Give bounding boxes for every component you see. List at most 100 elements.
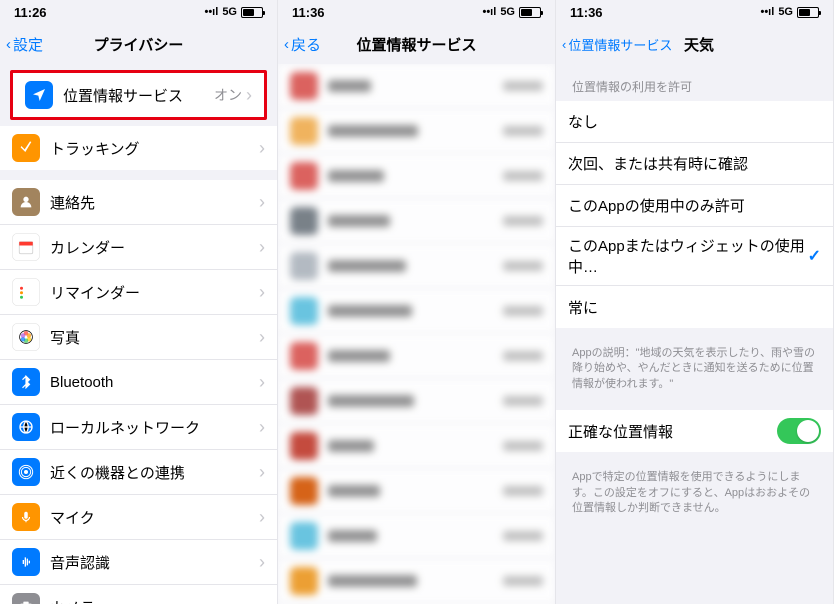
row-label: リマインダー <box>50 282 259 303</box>
chevron-right-icon: › <box>259 237 265 258</box>
row-permission[interactable]: 写真› <box>0 315 277 360</box>
option-row[interactable]: 常に <box>556 286 833 328</box>
nav-bar: ‹ 戻る 位置情報サービス <box>278 24 555 64</box>
row-label: カメラ <box>50 597 259 604</box>
blurred-app-list <box>278 64 555 604</box>
checkmark-icon: ✓ <box>808 246 821 266</box>
chevron-right-icon: › <box>259 327 265 348</box>
chevron-right-icon: › <box>259 507 265 528</box>
status-right: ••ıl 5G <box>760 6 819 18</box>
blurred-row <box>278 559 555 604</box>
nav-bar: ‹ 設定 プライバシー <box>0 24 277 64</box>
battery-icon <box>797 7 819 18</box>
footer-precise-description: Appで特定の位置情報を使用できるようにします。この設定をオフにすると、Appは… <box>556 462 833 524</box>
signal-bars-icon: ••ıl <box>760 6 774 18</box>
row-permission[interactable]: 音声認識› <box>0 540 277 585</box>
back-button[interactable]: ‹ 設定 <box>6 34 43 55</box>
row-permission[interactable]: ローカルネットワーク› <box>0 405 277 450</box>
back-button[interactable]: ‹ 位置情報サービス <box>562 35 672 54</box>
row-permission[interactable]: マイク› <box>0 495 277 540</box>
option-row[interactable]: このAppまたはウィジェットの使用中…✓ <box>556 227 833 286</box>
chevron-right-icon: › <box>259 417 265 438</box>
option-label: 次回、または共有時に確認 <box>568 153 821 174</box>
group-permissions: 連絡先›カレンダー›リマインダー›写真›Bluetooth›ローカルネットワーク… <box>0 180 277 604</box>
phone-privacy: 11:26 ••ıl 5G ‹ 設定 プライバシー 位置情報サービス オン › <box>0 0 278 604</box>
status-bar: 11:26 ••ıl 5G <box>0 0 277 24</box>
row-tracking[interactable]: トラッキング › <box>0 126 277 170</box>
row-permission[interactable]: 近くの機器との連携› <box>0 450 277 495</box>
battery-icon <box>519 7 541 18</box>
row-label: Bluetooth <box>50 374 259 391</box>
blurred-row <box>278 424 555 469</box>
chevron-right-icon: › <box>246 85 252 106</box>
row-label: 連絡先 <box>50 192 259 213</box>
content-scroll[interactable]: 位置情報の利用を許可 なし次回、または共有時に確認このAppの使用中のみ許可この… <box>556 64 833 604</box>
row-permission[interactable]: Bluetooth› <box>0 360 277 405</box>
nav-bar: ‹ 位置情報サービス 天気 <box>556 24 833 64</box>
option-row[interactable]: なし <box>556 101 833 143</box>
group-options: なし次回、または共有時に確認このAppの使用中のみ許可このAppまたはウィジェッ… <box>556 101 833 328</box>
app-icon <box>12 188 40 216</box>
chevron-right-icon: › <box>259 597 265 604</box>
blurred-row <box>278 244 555 289</box>
blurred-row <box>278 154 555 199</box>
blurred-row <box>278 289 555 334</box>
status-time: 11:36 <box>570 5 603 20</box>
chevron-right-icon: › <box>259 138 265 159</box>
content-scroll[interactable]: 位置情報サービス オン › トラッキング › 連絡先›カレンダー›リマインダー›… <box>0 64 277 604</box>
content-scroll[interactable]: 天気 ➤ 使用中のみ › <box>278 64 555 604</box>
option-label: 常に <box>568 297 821 318</box>
row-label: 音声認識 <box>50 552 259 573</box>
row-label: ローカルネットワーク <box>50 417 259 438</box>
blurred-row <box>278 109 555 154</box>
row-permission[interactable]: カレンダー› <box>0 225 277 270</box>
app-icon <box>12 548 40 576</box>
chevron-left-icon: ‹ <box>284 36 289 53</box>
chevron-right-icon: › <box>259 192 265 213</box>
chevron-right-icon: › <box>259 372 265 393</box>
highlight-location-row: 位置情報サービス オン › <box>10 70 267 120</box>
app-icon <box>12 278 40 306</box>
row-permission[interactable]: リマインダー› <box>0 270 277 315</box>
blurred-row <box>278 379 555 424</box>
phone-location-services: 11:36 ••ıl 5G ‹ 戻る 位置情報サービス 天気 ➤ 使用中のみ › <box>278 0 556 604</box>
status-bar: 11:36 ••ıl 5G <box>556 0 833 24</box>
chevron-right-icon: › <box>259 462 265 483</box>
blurred-row <box>278 514 555 559</box>
footer-app-description: Appの説明："地域の天気を表示したり、雨や雪の降り始めや、やんだときに通知を送… <box>556 338 833 400</box>
blurred-row <box>278 199 555 244</box>
app-icon <box>12 503 40 531</box>
option-label: このAppまたはウィジェットの使用中… <box>568 235 808 277</box>
row-permission[interactable]: 連絡先› <box>0 180 277 225</box>
blurred-row <box>278 334 555 379</box>
signal-bars-icon: ••ıl <box>482 6 496 18</box>
back-button[interactable]: ‹ 戻る <box>284 34 321 55</box>
row-precise-location[interactable]: 正確な位置情報 <box>556 410 833 452</box>
status-right: ••ıl 5G <box>204 6 263 18</box>
tracking-icon <box>12 134 40 162</box>
chevron-left-icon: ‹ <box>562 37 566 52</box>
option-label: なし <box>568 111 821 132</box>
row-label: カレンダー <box>50 237 259 258</box>
row-permission[interactable]: カメラ› <box>0 585 277 604</box>
group-precise: 正確な位置情報 <box>556 410 833 452</box>
row-label: 近くの機器との連携 <box>50 462 259 483</box>
blurred-row <box>278 469 555 514</box>
status-time: 11:26 <box>14 5 47 20</box>
chevron-right-icon: › <box>259 282 265 303</box>
option-row[interactable]: このAppの使用中のみ許可 <box>556 185 833 227</box>
option-row[interactable]: 次回、または共有時に確認 <box>556 143 833 185</box>
signal-bars-icon: ••ıl <box>204 6 218 18</box>
blurred-row <box>278 64 555 109</box>
app-icon <box>12 458 40 486</box>
option-label: このAppの使用中のみ許可 <box>568 195 821 216</box>
section-header-allow: 位置情報の利用を許可 <box>556 64 833 101</box>
app-icon <box>12 368 40 396</box>
row-location-services[interactable]: 位置情報サービス オン › <box>13 73 264 117</box>
toggle-precise[interactable] <box>777 418 821 444</box>
app-icon <box>12 413 40 441</box>
app-icon <box>12 233 40 261</box>
row-label: 写真 <box>50 327 259 348</box>
location-arrow-icon <box>25 81 53 109</box>
phone-weather-location: 11:36 ••ıl 5G ‹ 位置情報サービス 天気 位置情報の利用を許可 な… <box>556 0 834 604</box>
